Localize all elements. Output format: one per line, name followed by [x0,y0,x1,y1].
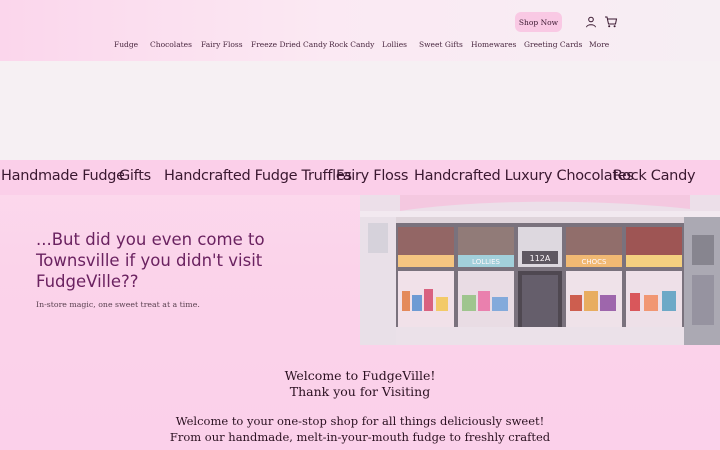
ticker-item[interactable]: Rock Candy [613,168,696,184]
welcome-body-line: Welcome to your one-stop shop for all th… [175,414,545,428]
nav-item-chocolates[interactable]: Chocolates [150,40,192,49]
visit-subtitle: In-store magic, one sweet treat at a tim… [36,300,200,309]
welcome-body-line: From our handmade, melt-in-your-mouth fu… [169,429,551,444]
nav-item-sweet-gifts[interactable]: Sweet Gifts [419,40,463,49]
ticker-item[interactable]: Fairy Floss [336,168,408,184]
visit-heading: ...But did you even come to Townsville i… [36,230,265,291]
nav-item-lollies[interactable]: Lollies [382,40,407,49]
nav-item-fudge[interactable]: Fudge [114,40,138,49]
shop-now-button[interactable]: Shop Now [515,12,562,32]
hero-banner [0,61,720,160]
welcome-section: Welcome to FudgeVille! Thank you for Vis… [0,368,720,445]
ticker-item[interactable]: Gifts [119,168,151,184]
nav-item-greeting-cards[interactable]: Greeting Cards [524,40,582,49]
ticker-item[interactable]: Handcrafted Luxury Chocolates [414,168,634,184]
nav-item-more[interactable]: More [589,40,609,49]
ticker-item[interactable]: Handcrafted Fudge Truffles [164,168,352,184]
nav-item-freeze-dried-candy[interactable]: Freeze Dried Candy [251,40,327,49]
site-header: Shop Now Fudge Chocolates Fairy Floss Fr… [0,0,720,61]
nav-item-homewares[interactable]: Homewares [471,40,516,49]
storefront-photo: LOLLIES 112A CHOCS [360,195,720,345]
welcome-subheading: Thank you for Visiting [289,383,431,399]
category-ticker: Handmade Fudge Gifts Handcrafted Fudge T… [0,160,720,195]
nav-item-fairy-floss[interactable]: Fairy Floss [201,40,243,49]
nav-item-rock-candy[interactable]: Rock Candy [329,40,374,49]
cart-icon[interactable] [604,14,618,28]
user-icon[interactable] [584,14,598,28]
ticker-item[interactable]: Handmade Fudge [1,168,125,184]
visit-section: ...But did you even come to Townsville i… [0,195,360,345]
main-nav: Fudge Chocolates Fairy Floss Freeze Drie… [0,40,720,52]
welcome-heading: Welcome to FudgeVille! [284,368,436,383]
